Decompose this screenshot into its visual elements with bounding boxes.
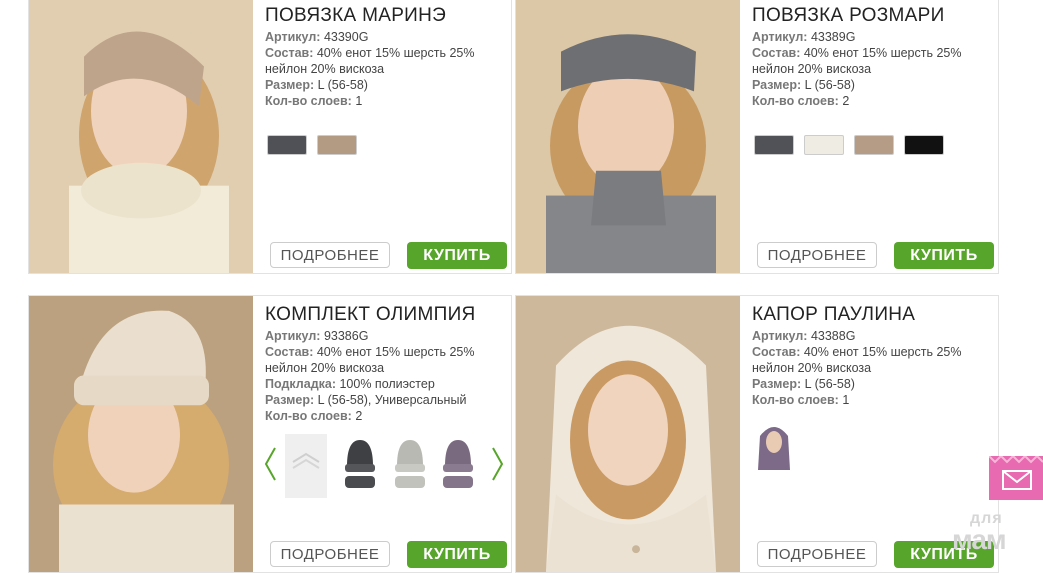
color-swatch[interactable]	[854, 135, 894, 155]
product-info: ПОВЯЗКА МАРИНЭ Артикул: 43390G Состав: 4…	[265, 0, 507, 273]
product-title[interactable]: ПОВЯЗКА РОЗМАРИ	[752, 5, 945, 27]
composition-label: Состав:	[752, 345, 801, 359]
product-card: ПОВЯЗКА МАРИНЭ Артикул: 43390G Состав: 4…	[28, 0, 512, 274]
article-value: 43389G	[810, 30, 856, 44]
variant-thumb[interactable]	[437, 434, 479, 498]
color-swatch[interactable]	[904, 135, 944, 155]
layers-label: Кол-во слоев:	[265, 94, 352, 108]
feedback-widget[interactable]	[988, 454, 1043, 500]
watermark-line2: мам	[952, 524, 1007, 555]
size-value: L (56-58), Универсальный	[317, 393, 467, 407]
composition-value-line2: нейлон 20% вискоза	[752, 62, 872, 76]
article-value: 43390G	[323, 30, 369, 44]
composition-label: Состав:	[265, 345, 314, 359]
variant-thumb[interactable]	[339, 434, 381, 498]
article-value: 93386G	[323, 329, 369, 343]
more-button[interactable]: ПОДРОБНЕЕ	[757, 242, 877, 268]
color-swatch[interactable]	[754, 135, 794, 155]
variant-thumb[interactable]	[389, 434, 431, 498]
lining-label: Подкладка:	[265, 377, 336, 391]
product-photo[interactable]	[29, 0, 253, 273]
product-title[interactable]: ПОВЯЗКА МАРИНЭ	[265, 5, 446, 27]
buy-button[interactable]: КУПИТЬ	[407, 242, 507, 269]
composition-value-line2: нейлон 20% вискоза	[265, 62, 385, 76]
product-photo[interactable]	[516, 0, 740, 273]
product-title[interactable]: КОМПЛЕКТ ОЛИМПИЯ	[265, 304, 476, 326]
product-properties: Артикул: 43390G Состав: 40% енот 15% шер…	[265, 29, 474, 109]
article-label: Артикул:	[265, 30, 321, 44]
buy-button[interactable]: КУПИТЬ	[407, 541, 507, 568]
variant-thumb[interactable]	[285, 434, 327, 498]
size-label: Размер:	[752, 78, 802, 92]
size-label: Размер:	[752, 377, 802, 391]
product-info: КОМПЛЕКТ ОЛИМПИЯ Артикул: 93386G Состав:…	[264, 296, 507, 572]
composition-value: 40% енот 15% шерсть 25%	[803, 345, 962, 359]
composition-label: Состав:	[752, 46, 801, 60]
product-info: ПОВЯЗКА РОЗМАРИ Артикул: 43389G Состав: …	[752, 0, 994, 273]
product-properties: Артикул: 43389G Состав: 40% енот 15% шер…	[752, 29, 961, 109]
size-label: Размер:	[265, 393, 315, 407]
layers-value: 1	[842, 393, 850, 407]
color-swatches	[267, 135, 357, 155]
composition-value-line2: нейлон 20% вискоза	[265, 361, 385, 375]
product-photo[interactable]	[29, 296, 253, 572]
color-swatch[interactable]	[804, 135, 844, 155]
variant-carousel	[263, 434, 509, 498]
color-swatch[interactable]	[317, 135, 357, 155]
layers-label: Кол-во слоев:	[752, 94, 839, 108]
chevron-right-icon[interactable]	[491, 446, 505, 482]
size-value: L (56-58)	[804, 377, 855, 391]
product-card: КАПОР ПАУЛИНА Артикул: 43388G Состав: 40…	[515, 295, 999, 573]
chevron-left-icon[interactable]	[263, 446, 277, 482]
size-value: L (56-58)	[804, 78, 855, 92]
product-properties: Артикул: 93386G Состав: 40% енот 15% шер…	[265, 328, 474, 424]
article-label: Артикул:	[265, 329, 321, 343]
composition-value: 40% енот 15% шерсть 25%	[316, 46, 475, 60]
buy-button[interactable]: КУПИТЬ	[894, 242, 994, 269]
color-swatches	[754, 135, 944, 155]
product-photo[interactable]	[516, 296, 740, 572]
lining-value: 100% полиэстер	[339, 377, 435, 391]
article-label: Артикул:	[752, 30, 808, 44]
product-title[interactable]: КАПОР ПАУЛИНА	[752, 304, 915, 326]
more-button[interactable]: ПОДРОБНЕЕ	[270, 242, 390, 268]
layers-label: Кол-во слоев:	[752, 393, 839, 407]
composition-value-line2: нейлон 20% вискоза	[752, 361, 872, 375]
article-value: 43388G	[810, 329, 856, 343]
composition-value: 40% енот 15% шерсть 25%	[316, 345, 475, 359]
variant-thumb[interactable]	[752, 420, 796, 472]
color-swatch[interactable]	[267, 135, 307, 155]
size-label: Размер:	[265, 78, 315, 92]
composition-value: 40% енот 15% шерсть 25%	[803, 46, 962, 60]
layers-value: 1	[355, 94, 363, 108]
product-card: ПОВЯЗКА РОЗМАРИ Артикул: 43389G Состав: …	[515, 0, 999, 274]
more-button[interactable]: ПОДРОБНЕЕ	[270, 541, 390, 567]
layers-label: Кол-во слоев:	[265, 409, 352, 423]
layers-value: 2	[842, 94, 850, 108]
composition-label: Состав:	[265, 46, 314, 60]
layers-value: 2	[355, 409, 363, 423]
article-label: Артикул:	[752, 329, 808, 343]
envelope-icon	[988, 454, 1043, 490]
product-properties: Артикул: 43388G Состав: 40% енот 15% шер…	[752, 328, 961, 408]
size-value: L (56-58)	[317, 78, 368, 92]
more-button[interactable]: ПОДРОБНЕЕ	[757, 541, 877, 567]
product-card: КОМПЛЕКТ ОЛИМПИЯ Артикул: 93386G Состав:…	[28, 295, 512, 573]
